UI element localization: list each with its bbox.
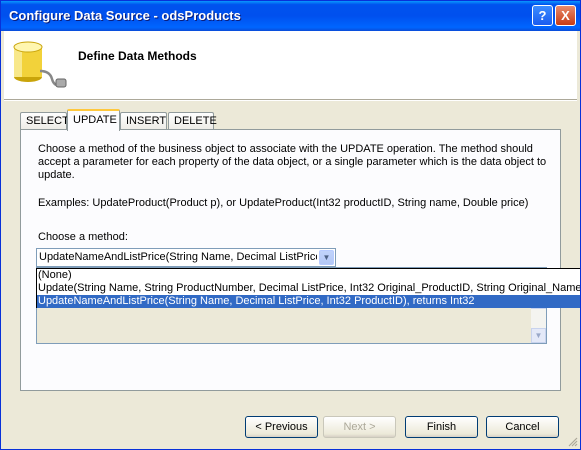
resize-grip-icon[interactable] <box>568 437 578 447</box>
tab-select[interactable]: SELECT <box>20 112 69 130</box>
window-title: Configure Data Source - odsProducts <box>9 8 241 23</box>
method-description: Choose a method of the business object t… <box>38 143 547 181</box>
cancel-button[interactable]: Cancel <box>486 416 559 438</box>
examples-text: Examples: UpdateProduct(Product p), or U… <box>38 197 529 209</box>
tab-insert[interactable]: INSERT <box>120 112 167 130</box>
header-separator <box>4 99 577 101</box>
title-bar[interactable]: Configure Data Source - odsProducts ? X <box>1 1 580 31</box>
tab-update[interactable]: UPDATE <box>67 109 120 131</box>
header-title: Define Data Methods <box>78 49 197 63</box>
chevron-down-icon[interactable]: ▼ <box>319 250 334 265</box>
wizard-header: Define Data Methods <box>4 31 577 99</box>
configure-data-source-dialog: Configure Data Source - odsProducts ? X … <box>0 0 581 450</box>
close-button[interactable]: X <box>555 5 576 26</box>
database-icon <box>13 41 67 88</box>
finish-button[interactable]: Finish <box>405 416 478 438</box>
tab-delete[interactable]: DELETE <box>168 112 217 130</box>
previous-button[interactable]: < Previous <box>245 416 318 438</box>
option-update-name-and-list-price[interactable]: UpdateNameAndListPrice(String Name, Deci… <box>37 295 580 308</box>
method-select[interactable]: UpdateNameAndListPrice(String Name, Deci… <box>36 248 336 267</box>
option-none[interactable]: (None) <box>37 269 580 282</box>
method-dropdown-list[interactable]: (None) Update(String Name, String Produc… <box>36 268 580 308</box>
option-update[interactable]: Update(String Name, String ProductNumber… <box>37 282 580 295</box>
help-button[interactable]: ? <box>532 5 553 26</box>
choose-method-label: Choose a method: <box>38 231 128 243</box>
scroll-down-icon[interactable]: ▼ <box>531 328 546 343</box>
selected-method-text: UpdateNameAndListPrice(String Name, Deci… <box>39 251 317 263</box>
next-button[interactable]: Next > <box>323 416 396 438</box>
